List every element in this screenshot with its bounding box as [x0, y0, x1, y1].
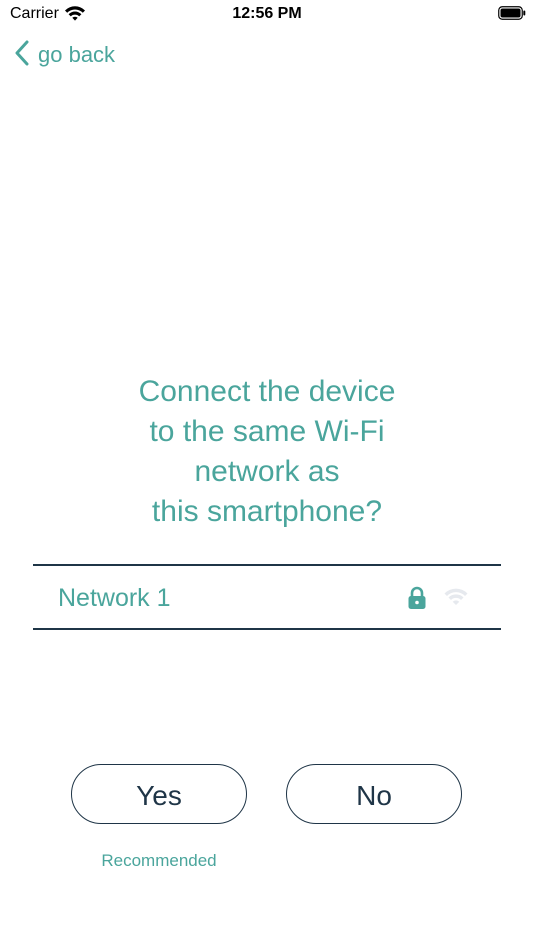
no-button[interactable]: No — [286, 764, 462, 824]
recommended-label: Recommended — [101, 851, 217, 870]
yes-button[interactable]: Yes — [71, 764, 247, 824]
network-name: Network 1 — [58, 584, 171, 612]
status-bar: Carrier 12:56 PM — [0, 0, 534, 30]
question-line: this smartphone? — [151, 495, 383, 528]
lock-icon — [407, 586, 427, 615]
question-line: Connect the device — [138, 375, 396, 408]
status-time: 12:56 PM — [232, 5, 302, 22]
network-list-item[interactable]: Network 1 — [33, 564, 501, 630]
connect-question: Connect the device to the same Wi-Fi net… — [0, 372, 534, 532]
chevron-left-icon — [14, 40, 30, 71]
battery-icon — [498, 6, 526, 20]
go-back-button[interactable]: go back — [14, 38, 115, 72]
question-line: network as — [194, 455, 340, 488]
go-back-label: go back — [38, 42, 116, 67]
wifi-signal-icon — [443, 586, 469, 613]
question-line: to the same Wi-Fi — [149, 415, 385, 448]
